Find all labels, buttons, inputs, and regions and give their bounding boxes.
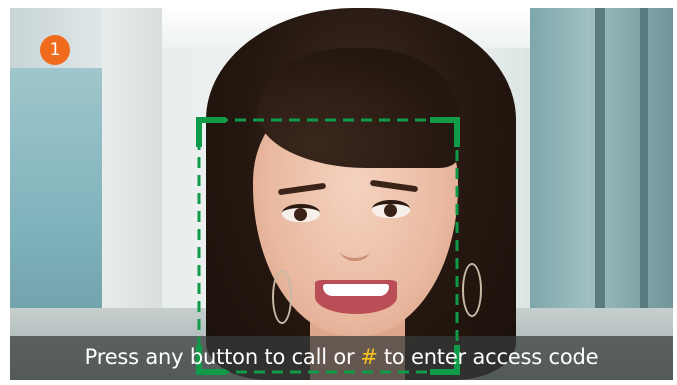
- step-number-badge: 1: [40, 35, 70, 65]
- prompt-text-before: Press any button to call or: [84, 345, 355, 369]
- visitor-earring: [462, 263, 482, 317]
- hash-key-glyph: #: [360, 345, 378, 369]
- background-left-window: [10, 68, 102, 338]
- prompt-text-after: to enter access code: [383, 345, 599, 369]
- prompt-text: Press any button to call or # to enter a…: [10, 337, 673, 377]
